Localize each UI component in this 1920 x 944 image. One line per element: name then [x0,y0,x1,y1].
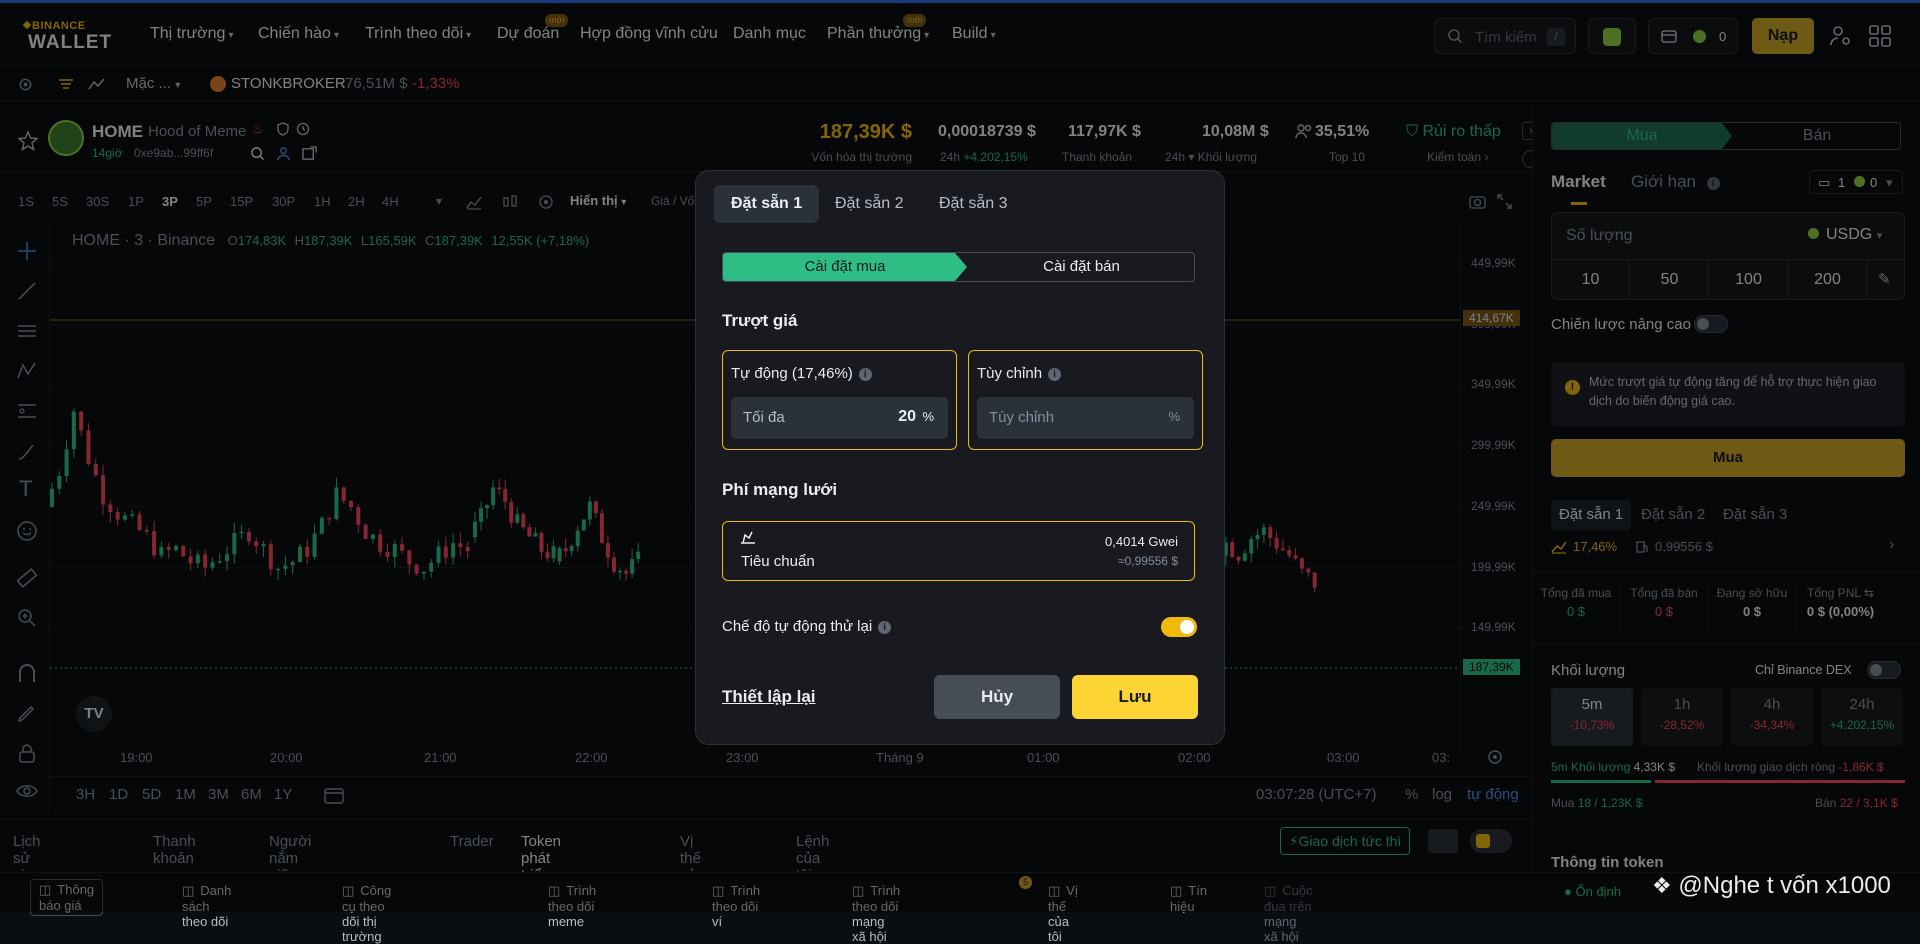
custom-slippage-box[interactable]: Tùy chỉnh i Tùy chỉnh % [968,350,1203,450]
buy-setting-tab[interactable]: Cài đặt mua [723,253,967,281]
save-button[interactable]: Lưu [1072,675,1198,719]
preset-settings-modal: Đặt sẵn 1 Đặt sẵn 2 Đặt sẵn 3 Cài đặt mu… [695,170,1225,745]
diamond-logo-icon: ❖ [1652,873,1672,898]
custom-slippage-label: Tùy chỉnh i [977,365,1062,382]
sell-setting-tab[interactable]: Cài đặt bán [967,253,1194,281]
info-icon: i [1048,368,1062,381]
info-icon: i [858,368,872,381]
watermark: ❖ @Nghe t vốn x1000 [1652,872,1891,899]
network-fee-option-standard[interactable]: Tiêu chuẩn 0,4014 Gwei ≈0,99556 $ [722,521,1195,581]
custom-slippage-input[interactable]: Tùy chỉnh % [977,397,1194,439]
cancel-button[interactable]: Hủy [934,675,1060,719]
modal-tab-preset-3[interactable]: Đặt sẵn 3 [922,185,1024,223]
auto-slippage-box[interactable]: Tự động (17,46%) i Tối đa 20 % [722,350,957,450]
modal-tab-preset-2[interactable]: Đặt sẵn 2 [818,185,920,223]
modal-tab-preset-1[interactable]: Đặt sẵn 1 [714,185,820,223]
buy-sell-setting-switch: Cài đặt mua Cài đặt bán [722,252,1195,282]
slippage-title: Trượt giá [722,311,798,330]
standard-speed-icon [741,531,755,544]
info-icon: i [878,621,892,634]
reset-button[interactable]: Thiết lập lại [722,687,816,707]
auto-retry-toggle[interactable] [1161,617,1197,637]
network-fee-title: Phí mạng lưới [722,480,838,499]
auto-retry-label: Chế độ tự động thử lại i [722,618,892,635]
max-slippage-input[interactable]: Tối đa 20 % [731,397,948,439]
auto-slippage-label: Tự động (17,46%) i [731,365,872,382]
